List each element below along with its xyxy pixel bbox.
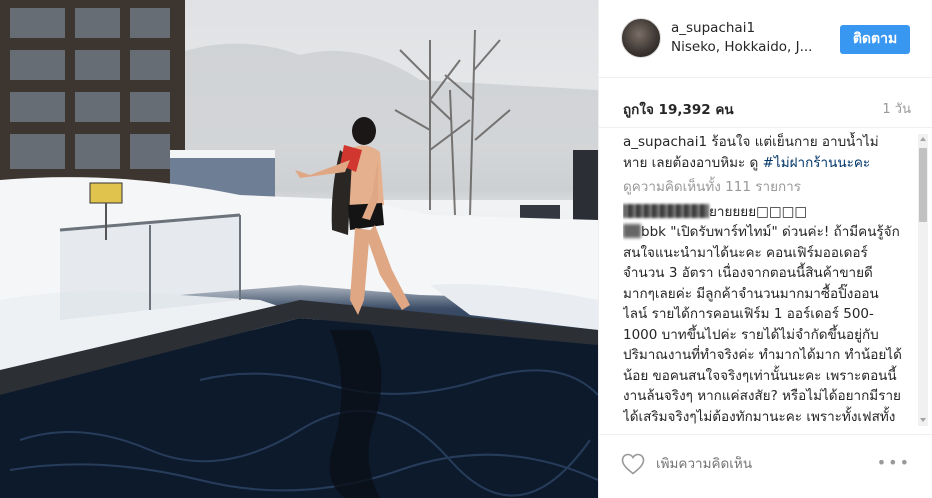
comment-item: bbk "เปิดรับพาร์ทไทม์" ด่วนค่ะ! ถ้ามีคนร… (623, 222, 903, 428)
scroll-up-arrow-icon[interactable] (920, 137, 926, 141)
view-all-comments-link[interactable]: ดูความคิดเห็นทั้ง 111 รายการ (623, 177, 903, 198)
avatar[interactable] (621, 18, 661, 58)
comment-text: "เปิดรับพาร์ทไทม์" ด่วนค่ะ! ถ้ามีคนรู้จั… (623, 224, 902, 425)
follow-button[interactable]: ติดตาม (840, 25, 910, 54)
post-detail-panel: a_supachai1 Niseko, Hokkaido, J... ติดตา… (598, 0, 932, 498)
username-link[interactable]: a_supachai1 (671, 20, 755, 36)
post-timestamp[interactable]: 1 วัน (882, 98, 911, 119)
redacted-username (623, 224, 641, 238)
post-header: a_supachai1 Niseko, Hokkaido, J... ติดตา… (599, 0, 932, 78)
post-photo[interactable] (0, 0, 598, 498)
likes-count[interactable]: ถูกใจ 19,392 คน (623, 98, 734, 120)
scrollbar-thumb[interactable] (919, 148, 927, 222)
more-options-icon[interactable]: ••• (877, 453, 911, 472)
comment-item: ยายยยย□□□□ (623, 202, 903, 223)
location-link[interactable]: Niseko, Hokkaido, J... (671, 39, 821, 55)
likes-row: ถูกใจ 19,392 คน 1 วัน (599, 78, 932, 128)
caption: a_supachai1 ร้อนใจ แต่เย็นกาย อาบน้ำไม่ห… (623, 132, 903, 173)
caption-username[interactable]: a_supachai1 (623, 134, 707, 150)
comment-username-suffix[interactable]: bbk (641, 224, 666, 240)
comments-list: a_supachai1 ร้อนใจ แต่เย็นกาย อาบน้ำไม่ห… (623, 132, 903, 428)
photo-scene (0, 0, 598, 498)
heart-icon[interactable] (621, 453, 645, 475)
scroll-down-arrow-icon[interactable] (920, 418, 926, 422)
post-footer: ••• (599, 434, 932, 498)
add-comment-input[interactable] (656, 456, 846, 472)
caption-hashtag[interactable]: #ไม่ฝากร้านนะคะ (763, 155, 871, 171)
redacted-username (623, 203, 709, 218)
comment-text: ยายยยย□□□□ (709, 203, 808, 220)
